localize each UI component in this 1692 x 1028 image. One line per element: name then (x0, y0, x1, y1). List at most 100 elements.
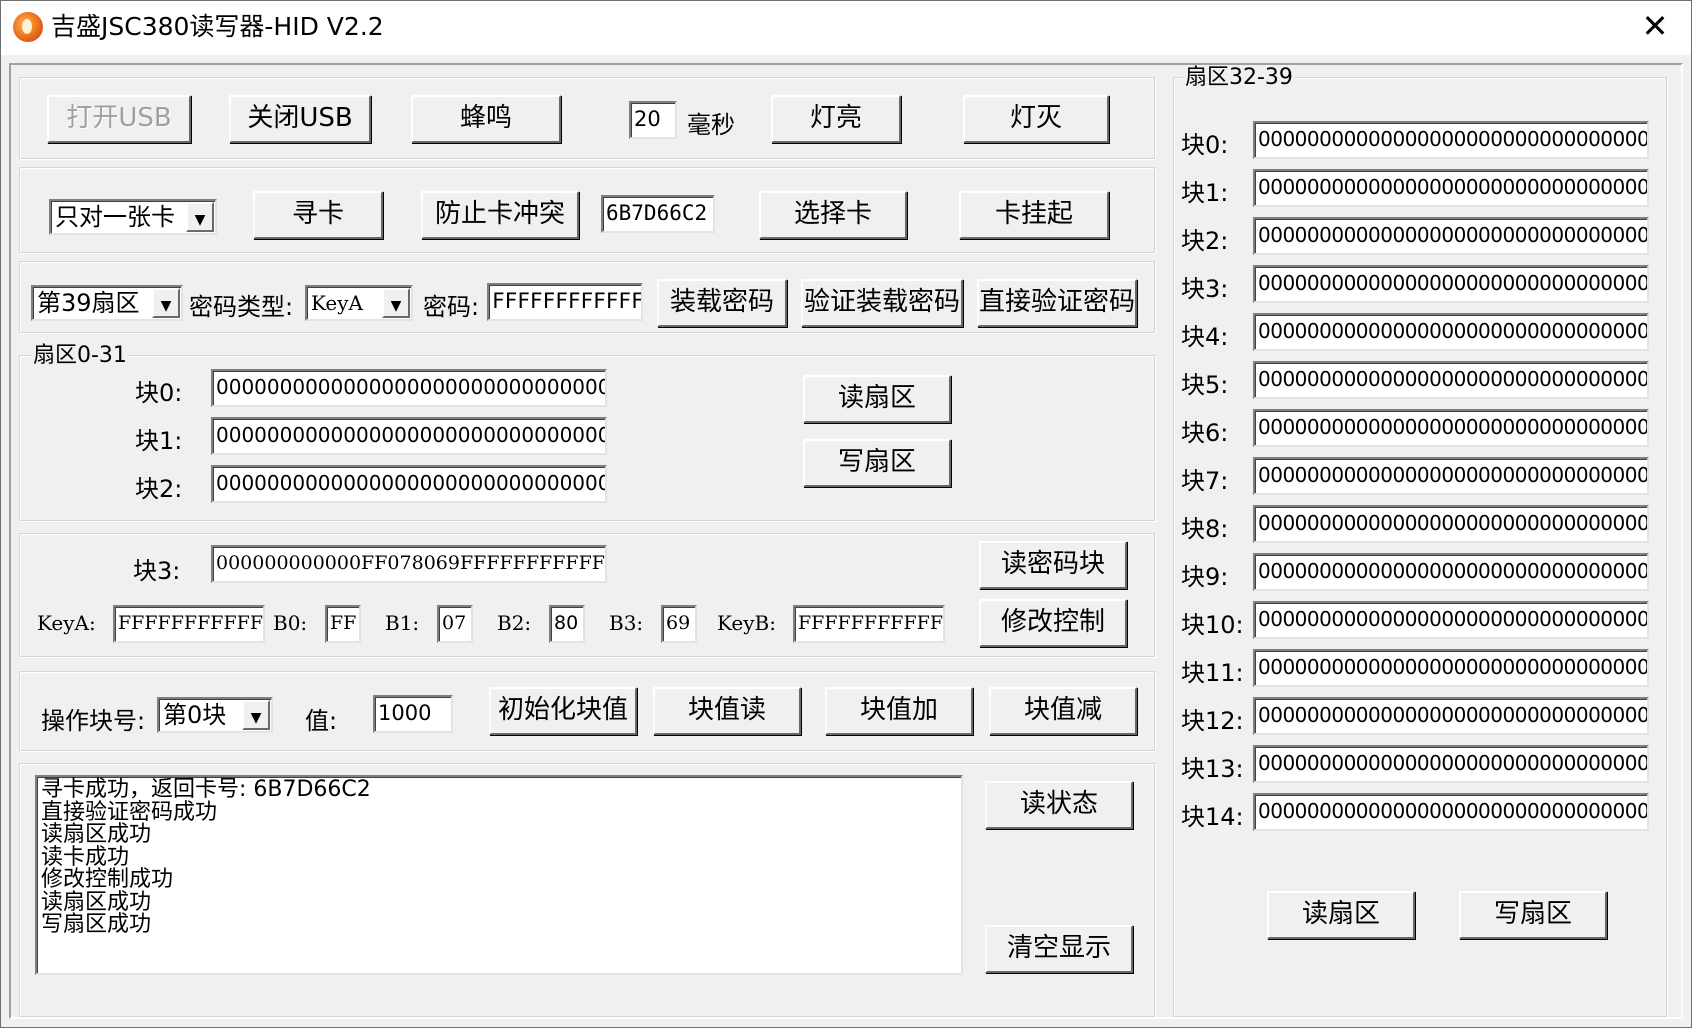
s2-block-13-input[interactable]: 00000000000000000000000000000000 (1253, 745, 1649, 783)
log-line: 读扇区成功 (41, 822, 152, 847)
b3-label: B3: (609, 611, 644, 635)
keya-input[interactable]: FFFFFFFFFFFF (113, 605, 265, 643)
value-label: 值: (305, 707, 338, 735)
password-input[interactable]: FFFFFFFFFFFF (487, 283, 643, 321)
open-usb-button[interactable]: 打开USB (47, 95, 191, 143)
s2-block-5-label: 块5: (1181, 371, 1229, 399)
key-type-select[interactable]: KeyA ▼ (305, 285, 413, 321)
s2-block-2-label: 块2: (1181, 227, 1229, 255)
light-on-button[interactable]: 灯亮 (771, 95, 901, 143)
log-line: 写扇区成功 (41, 912, 152, 937)
s2-block-0-label: 块0: (1181, 131, 1229, 159)
beep-button[interactable]: 蜂鸣 (411, 95, 561, 143)
block-0-input[interactable]: 00000000000000000000000000000000 (211, 369, 607, 407)
card-id-field[interactable]: 6B7D66C2 (601, 195, 715, 233)
b0-input[interactable]: FF (325, 605, 361, 643)
chevron-down-icon[interactable]: ▼ (382, 288, 410, 318)
s2-block-14-input[interactable]: 00000000000000000000000000000000 (1253, 793, 1649, 831)
b3-input[interactable]: 69 (661, 605, 697, 643)
title-bar: 吉盛JSC380读写器-HID V2.2 ✕ (1, 1, 1691, 55)
password-label: 密码: (423, 293, 480, 321)
s2-block-9-input[interactable]: 00000000000000000000000000000000 (1253, 553, 1649, 591)
log-line: 修改控制成功 (41, 867, 174, 892)
find-card-button[interactable]: 寻卡 (253, 191, 383, 239)
block-1-input[interactable]: 00000000000000000000000000000000 (211, 417, 607, 455)
load-key-button[interactable]: 装载密码 (657, 279, 787, 327)
chevron-down-icon[interactable]: ▼ (242, 700, 270, 730)
decrement-value-button[interactable]: 块值减 (989, 687, 1137, 735)
anticollision-button[interactable]: 防止卡冲突 (421, 191, 579, 239)
b1-label: B1: (385, 611, 420, 635)
verify-key-direct-button[interactable]: 直接验证密码 (977, 279, 1137, 327)
sector-select[interactable]: 第39扇区 ▼ (31, 285, 183, 321)
app-window: 吉盛JSC380读写器-HID V2.2 ✕ 打开USB 关闭USB 蜂鸣 20… (0, 0, 1692, 1028)
select-card-button[interactable]: 选择卡 (759, 191, 907, 239)
window-title: 吉盛JSC380读写器-HID V2.2 (51, 12, 384, 41)
s2-write-sector-button[interactable]: 写扇区 (1459, 891, 1607, 939)
log-line: 寻卡成功，返回卡号: 6B7D66C2 (41, 777, 371, 802)
s2-block-0-input[interactable]: 00000000000000000000000000000000 (1253, 121, 1649, 159)
operate-block-value: 第0块 (163, 701, 227, 729)
card-mode-select[interactable]: 只对一张卡 ▼ (49, 199, 217, 235)
sector-value: 第39扇区 (37, 289, 140, 317)
beep-duration-input[interactable]: 20 (629, 101, 677, 139)
operate-block-select[interactable]: 第0块 ▼ (157, 697, 273, 733)
s2-block-3-input[interactable]: 00000000000000000000000000000000 (1253, 265, 1649, 303)
s2-read-sector-button[interactable]: 读扇区 (1267, 891, 1415, 939)
card-mode-value: 只对一张卡 (55, 203, 175, 231)
keyb-input[interactable]: FFFFFFFFFFFF (793, 605, 945, 643)
operate-block-label: 操作块号: (41, 707, 146, 735)
log-line: 读卡成功 (41, 844, 130, 870)
s2-block-10-input[interactable]: 00000000000000000000000000000000 (1253, 601, 1649, 639)
s2-block-7-input[interactable]: 00000000000000000000000000000000 (1253, 457, 1649, 495)
modify-control-button[interactable]: 修改控制 (979, 599, 1127, 647)
halt-card-button[interactable]: 卡挂起 (959, 191, 1109, 239)
chevron-down-icon[interactable]: ▼ (186, 202, 214, 232)
ms-label: 毫秒 (687, 111, 735, 139)
s2-block-4-input[interactable]: 00000000000000000000000000000000 (1253, 313, 1649, 351)
s2-block-12-label: 块12: (1181, 707, 1244, 735)
init-value-button[interactable]: 初始化块值 (489, 687, 637, 735)
read-status-button[interactable]: 读状态 (985, 781, 1133, 829)
s2-block-8-label: 块8: (1181, 515, 1229, 543)
client-area: 打开USB 关闭USB 蜂鸣 20 毫秒 灯亮 灯灭 只对一张卡 ▼ 寻卡 防止… (1, 55, 1691, 1027)
block-2-input[interactable]: 00000000000000000000000000000000 (211, 465, 607, 503)
value-input[interactable]: 1000 (373, 695, 453, 733)
read-key-block-button[interactable]: 读密码块 (979, 541, 1127, 589)
s2-block-3-label: 块3: (1181, 275, 1229, 303)
app-logo-icon (13, 12, 43, 42)
block-3-label: 块3: (133, 557, 181, 585)
write-sector-button[interactable]: 写扇区 (803, 439, 951, 487)
clear-display-button[interactable]: 清空显示 (985, 925, 1133, 973)
light-off-button[interactable]: 灯灭 (963, 95, 1109, 143)
s2-block-12-input[interactable]: 00000000000000000000000000000000 (1253, 697, 1649, 735)
sector-0-31-caption: 扇区0-31 (31, 343, 129, 369)
verify-loaded-key-button[interactable]: 验证装载密码 (801, 279, 963, 327)
s2-block-5-input[interactable]: 00000000000000000000000000000000 (1253, 361, 1649, 399)
s2-block-8-input[interactable]: 00000000000000000000000000000000 (1253, 505, 1649, 543)
block-0-label: 块0: (135, 379, 183, 407)
key-type-value: KeyA (311, 291, 363, 315)
s2-block-1-label: 块1: (1181, 179, 1229, 207)
close-usb-button[interactable]: 关闭USB (229, 95, 371, 143)
read-value-button[interactable]: 块值读 (653, 687, 801, 735)
block-1-label: 块1: (135, 427, 183, 455)
s2-block-6-input[interactable]: 00000000000000000000000000000000 (1253, 409, 1649, 447)
chevron-down-icon[interactable]: ▼ (152, 288, 180, 318)
s2-block-2-input[interactable]: 00000000000000000000000000000000 (1253, 217, 1649, 255)
s2-block-7-label: 块7: (1181, 467, 1229, 495)
increment-value-button[interactable]: 块值加 (825, 687, 973, 735)
log-line: 直接验证密码成功 (41, 799, 218, 825)
key-type-label: 密码类型: (189, 293, 294, 321)
close-icon[interactable]: ✕ (1619, 1, 1691, 55)
s2-block-11-label: 块11: (1181, 659, 1244, 687)
s2-block-11-input[interactable]: 00000000000000000000000000000000 (1253, 649, 1649, 687)
block-3-input[interactable]: 000000000000FF078069FFFFFFFFFFFF (211, 545, 607, 583)
log-line: 读扇区成功 (41, 889, 152, 915)
read-sector-button[interactable]: 读扇区 (803, 375, 951, 423)
b1-input[interactable]: 07 (437, 605, 473, 643)
s2-block-1-input[interactable]: 00000000000000000000000000000000 (1253, 169, 1649, 207)
s2-block-10-label: 块10: (1181, 611, 1244, 639)
b2-input[interactable]: 80 (549, 605, 585, 643)
log-output[interactable]: 寻卡成功，返回卡号: 6B7D66C2 直接验证密码成功 读扇区成功 读卡成功 … (35, 775, 963, 975)
